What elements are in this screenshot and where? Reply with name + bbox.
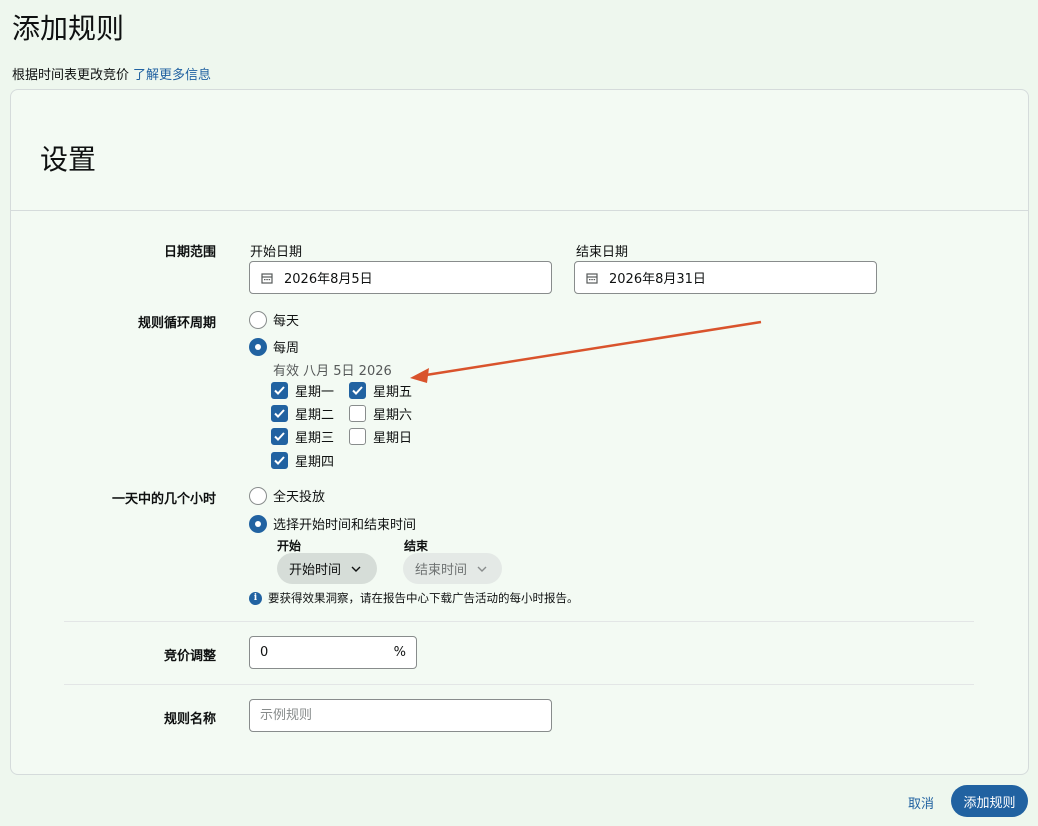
end-date-input[interactable]: 2026年8月31日	[574, 261, 877, 294]
checkbox-sunday[interactable]: 星期日	[349, 427, 412, 446]
radio-all-day-label: 全天投放	[273, 490, 326, 505]
start-date-value: 2026年8月5日	[284, 272, 373, 287]
bid-adjust-label: 竞价调整	[163, 649, 216, 664]
divider	[64, 684, 974, 685]
checkbox-box[interactable]	[271, 382, 288, 399]
effective-date-text: 有效 八月 5日 2026	[273, 364, 392, 379]
card-header: 设置	[11, 90, 1028, 211]
radio-circle-custom-time[interactable]	[249, 514, 267, 533]
start-date-input[interactable]: 2026年8月5日	[249, 261, 552, 294]
checkbox-wednesday[interactable]: 星期三	[271, 427, 334, 446]
start-time-dropdown[interactable]: 开始时间	[277, 553, 377, 584]
hours-label: 一天中的几个小时	[111, 492, 216, 507]
rule-name-input[interactable]	[249, 699, 552, 732]
checkbox-label: 星期日	[373, 431, 413, 446]
checkbox-box[interactable]	[271, 428, 288, 445]
end-time-value: 结束时间	[415, 563, 468, 578]
recurrence-label: 规则循环周期	[137, 316, 216, 331]
percent-unit: %	[393, 645, 406, 660]
rule-name-label: 规则名称	[163, 712, 216, 727]
subtitle-text: 根据时间表更改竞价	[12, 68, 130, 83]
checkbox-box[interactable]	[271, 452, 288, 469]
radio-circle-weekly[interactable]	[249, 337, 267, 356]
end-time-dropdown[interactable]: 结束时间	[403, 553, 502, 584]
radio-daily[interactable]: 每天	[249, 310, 299, 329]
end-date-value: 2026年8月31日	[609, 272, 706, 287]
chevron-down-icon	[351, 566, 361, 572]
page-title: 添加规则	[12, 12, 125, 45]
checkbox-label: 星期一	[295, 385, 335, 400]
checkbox-box[interactable]	[349, 382, 366, 399]
checkbox-box[interactable]	[349, 405, 366, 422]
checkbox-label: 星期四	[295, 455, 335, 470]
radio-circle-daily[interactable]	[249, 310, 267, 329]
start-date-label: 开始日期	[250, 245, 303, 260]
radio-daily-label: 每天	[273, 314, 300, 329]
checkbox-friday[interactable]: 星期五	[349, 381, 412, 400]
start-time-value: 开始时间	[289, 563, 342, 578]
page-subtitle: 根据时间表更改竞价 了解更多信息	[12, 64, 211, 83]
checkbox-label: 星期五	[373, 385, 413, 400]
checkbox-box[interactable]	[271, 405, 288, 422]
cancel-button[interactable]: 取消	[908, 793, 934, 812]
calendar-icon	[586, 272, 598, 284]
start-time-label: 开始	[277, 539, 302, 553]
info-icon: i	[249, 591, 262, 605]
checkbox-box[interactable]	[349, 428, 366, 445]
end-date-label: 结束日期	[576, 245, 629, 260]
info-note: i 要获得效果洞察，请在报告中心下载广告活动的每小时报告。	[249, 590, 579, 606]
bid-adjust-field[interactable]	[260, 645, 416, 660]
radio-circle-all-day[interactable]	[249, 486, 267, 505]
date-range-label: 日期范围	[163, 245, 216, 260]
checkbox-label: 星期六	[373, 408, 413, 423]
chevron-down-icon	[477, 566, 487, 572]
radio-custom-time[interactable]: 选择开始时间和结束时间	[249, 514, 416, 533]
calendar-icon	[261, 272, 273, 284]
divider	[64, 621, 974, 622]
radio-weekly[interactable]: 每周	[249, 337, 299, 356]
checkbox-tuesday[interactable]: 星期二	[271, 404, 334, 423]
checkbox-label: 星期二	[295, 408, 335, 423]
checkbox-thursday[interactable]: 星期四	[271, 451, 334, 470]
radio-custom-time-label: 选择开始时间和结束时间	[273, 518, 417, 533]
checkbox-monday[interactable]: 星期一	[271, 381, 334, 400]
rule-name-field[interactable]	[260, 708, 551, 723]
radio-weekly-label: 每周	[273, 341, 300, 356]
learn-more-link[interactable]: 了解更多信息	[133, 68, 211, 83]
radio-all-day[interactable]: 全天投放	[249, 486, 325, 505]
add-rule-button[interactable]: 添加规则	[951, 785, 1028, 817]
bid-adjust-input[interactable]: %	[249, 636, 417, 669]
end-time-label: 结束	[404, 539, 429, 553]
checkbox-label: 星期三	[295, 431, 335, 446]
card-heading: 设置	[40, 143, 97, 176]
checkbox-saturday[interactable]: 星期六	[349, 404, 412, 423]
info-note-text: 要获得效果洞察，请在报告中心下载广告活动的每小时报告。	[268, 591, 579, 605]
settings-card: 设置	[10, 89, 1029, 775]
